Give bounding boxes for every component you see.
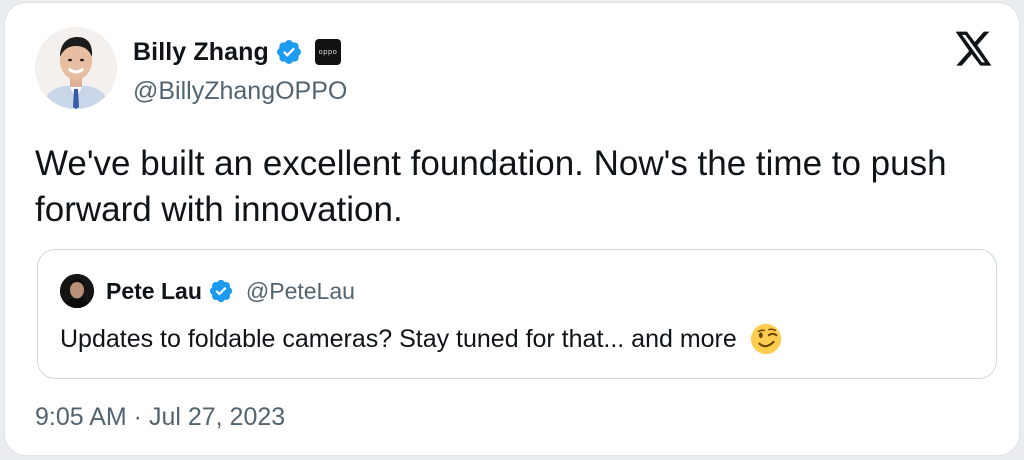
author-avatar[interactable] — [35, 27, 117, 109]
tweet-card[interactable]: Billy Zhang oppo @BillyZhangOPPO We've b… — [4, 2, 1020, 456]
winking-face-emoji-icon — [749, 322, 783, 356]
verified-badge-icon — [275, 38, 303, 66]
quoted-handle[interactable]: @PeteLau — [246, 278, 355, 305]
oppo-affiliate-badge[interactable]: oppo — [314, 39, 341, 65]
quoted-tweet-text-row: Updates to foldable cameras? Stay tuned … — [60, 322, 783, 356]
x-logo-icon[interactable] — [955, 31, 993, 67]
verified-badge-icon — [208, 278, 234, 304]
author-handle[interactable]: @BillyZhangOPPO — [133, 77, 347, 106]
quoted-display-name[interactable]: Pete Lau — [106, 278, 202, 305]
author-avatar-image — [35, 27, 117, 109]
quoted-author-avatar[interactable] — [60, 274, 94, 308]
author-name-row: Billy Zhang oppo — [133, 35, 341, 69]
tweet-text: We've built an excellent foundation. Now… — [35, 144, 947, 229]
quoted-tweet[interactable]: Pete Lau @PeteLau Updates to foldable ca… — [37, 249, 997, 379]
tweet-timestamp[interactable]: 9:05 AM · Jul 27, 2023 — [35, 403, 285, 432]
quoted-avatar-image — [60, 274, 94, 308]
quoted-name-row: Pete Lau @PeteLau — [106, 274, 355, 308]
affiliate-badge-text: oppo — [318, 48, 338, 56]
quoted-tweet-text: Updates to foldable cameras? Stay tuned … — [60, 324, 737, 353]
author-display-name[interactable]: Billy Zhang — [133, 38, 269, 67]
